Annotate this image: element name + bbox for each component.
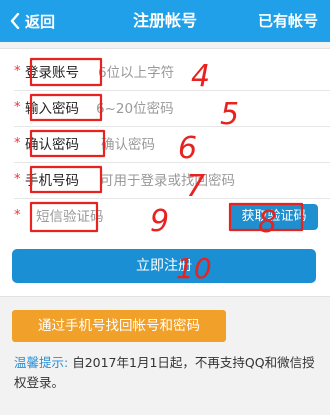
have-account-link[interactable]: 已有帐号 [258, 0, 318, 42]
required-mark: * [14, 172, 21, 187]
chevron-left-icon [10, 13, 20, 29]
account-label: 登录账号 [25, 65, 79, 81]
register-form: * 登录账号 * 输入密码 * 确认密码 * 手机号码 * 获取验证码 立即注册 [0, 48, 330, 297]
password-input[interactable] [96, 91, 296, 127]
get-code-button[interactable]: 获取验证码 [230, 204, 318, 230]
phone-recover-button[interactable]: 通过手机号找回帐号和密码 [12, 310, 226, 342]
tip-text: 温馨提示: 自2017年1月1日起，不再支持QQ和微信授权登录。 [14, 353, 322, 393]
sms-code-input[interactable] [36, 199, 216, 235]
phone-input[interactable] [100, 163, 310, 199]
back-label: 返回 [25, 12, 56, 31]
phone-row: * 手机号码 [0, 163, 330, 199]
required-mark: * [14, 64, 21, 79]
password-row: * 输入密码 [0, 91, 330, 127]
sms-row: * 获取验证码 [0, 199, 330, 235]
back-button[interactable]: 返回 [10, 0, 55, 42]
top-bar: 返回 注册帐号 已有帐号 [0, 0, 330, 42]
account-input[interactable] [98, 55, 298, 91]
required-mark: * [14, 208, 21, 223]
phone-label: 手机号码 [25, 173, 79, 189]
required-mark: * [14, 136, 21, 151]
confirm-row: * 确认密码 [0, 127, 330, 163]
password-label: 输入密码 [25, 101, 79, 117]
account-row: * 登录账号 [0, 55, 330, 91]
register-button[interactable]: 立即注册 [12, 249, 316, 283]
confirm-label: 确认密码 [25, 137, 79, 153]
tip-key: 温馨提示: [14, 355, 69, 370]
confirm-input[interactable] [101, 127, 301, 163]
required-mark: * [14, 100, 21, 115]
